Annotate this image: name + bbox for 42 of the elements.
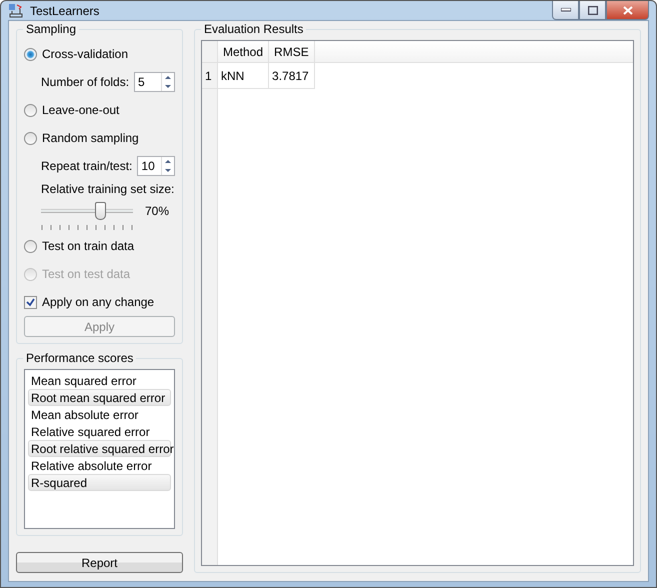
radio-button[interactable]	[24, 104, 37, 116]
radio-button[interactable]	[24, 240, 37, 252]
list-item[interactable]: Relative absolute error	[28, 457, 171, 474]
radio-option[interactable]: Leave-one-out	[24, 96, 175, 124]
row-header: 1	[202, 63, 218, 89]
checkbox-option[interactable]: Apply on any change	[24, 288, 175, 316]
radio-option[interactable]: Random sampling	[24, 124, 175, 152]
list-item[interactable]: R-squared	[28, 474, 171, 491]
window-title: TestLearners	[30, 4, 100, 18]
table-cell: kNN	[218, 63, 270, 89]
spin-field[interactable]: 10	[137, 156, 175, 176]
field-label: Number of folds:	[41, 75, 130, 89]
checkbox[interactable]	[24, 296, 37, 308]
spin-field[interactable]: 5	[134, 72, 175, 92]
close-icon	[622, 6, 632, 14]
maximize-icon	[588, 6, 598, 14]
list-item[interactable]: Root relative squared error	[28, 440, 171, 457]
table-corner	[202, 41, 218, 63]
maximize-button[interactable]	[579, 1, 606, 20]
close-button[interactable]	[606, 1, 649, 20]
report-button[interactable]: Report	[16, 552, 183, 573]
slider-value: 70%	[145, 204, 170, 218]
radio-button[interactable]	[24, 132, 37, 144]
minimize-button[interactable]	[552, 1, 579, 20]
column-header[interactable]: RMSE	[269, 41, 315, 63]
group-title: Evaluation Results	[201, 22, 306, 36]
list-item[interactable]: Root mean squared error	[28, 389, 171, 406]
slider-thumb[interactable]	[94, 202, 106, 220]
group-title: Sampling	[23, 22, 80, 36]
app-icon	[8, 2, 24, 18]
field-label: Relative training set size:	[41, 182, 174, 196]
group-title: Performance scores	[23, 351, 136, 365]
list-item[interactable]: Mean squared error	[28, 372, 171, 389]
radio-option[interactable]: Test on train data	[24, 232, 175, 260]
minimize-icon	[560, 8, 570, 12]
table-cell: 3.7817	[269, 63, 315, 89]
radio-option[interactable]: Cross-validation	[24, 40, 175, 68]
list-item[interactable]: Relative squared error	[28, 423, 171, 440]
field-label: Repeat train/test:	[41, 159, 132, 173]
column-header[interactable]: Method	[218, 41, 270, 63]
list-item[interactable]: Mean absolute error	[28, 406, 171, 423]
radio-button[interactable]	[24, 48, 37, 60]
